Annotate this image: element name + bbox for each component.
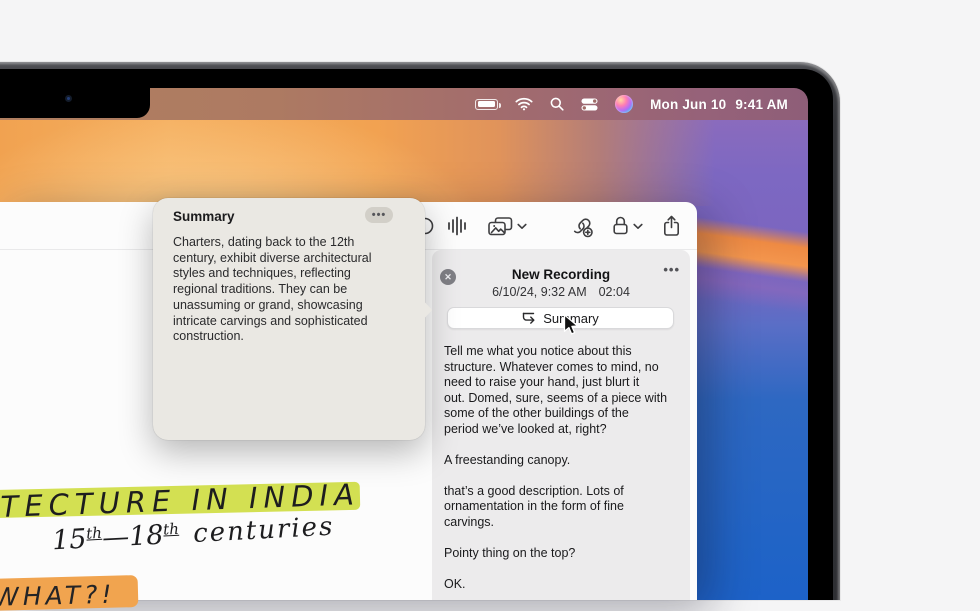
years-dash-end: —18 [101,520,164,554]
years-sup-a: th [86,524,103,543]
display-notch [0,88,150,118]
summary-popover: Summary ••• Charters, dating back to the… [153,198,425,440]
lock-icon[interactable] [612,202,629,250]
recording-title: New Recording [432,267,690,282]
share-icon[interactable] [662,202,681,250]
lock-chevron-icon[interactable] [633,202,643,250]
recording-transcript-panel: ✕ New Recording 6/10/24, 9:32 AM 02:04 •… [432,250,690,600]
summarize-icon [522,312,536,324]
media-icon[interactable] [488,202,513,250]
battery-icon[interactable] [475,99,498,110]
summary-button[interactable]: Summary [447,307,674,329]
years-sup-b: th [163,520,180,539]
years-tail: centuries [192,512,335,549]
menu-bar-date: Mon Jun 10 [650,97,726,112]
recording-meta: 6/10/24, 9:32 AM 02:04 [432,285,690,299]
orange-highlight: WHAT?! [0,575,138,611]
add-link-icon[interactable] [570,202,594,250]
menu-bar-clock[interactable]: Mon Jun 10 9:41 AM [650,97,788,112]
siri-icon[interactable] [615,95,633,113]
more-options-icon[interactable]: ••• [663,262,680,277]
years-start: 15 [51,524,87,557]
menu-bar-time: 9:41 AM [735,97,788,112]
note-partial-handwriting: WHAT?! [0,580,116,611]
recording-date: 6/10/24, 9:32 AM [492,285,587,299]
control-center-icon[interactable] [581,98,598,111]
audio-waveform-icon[interactable] [446,202,468,250]
popover-body-text: Charters, dating back to the 12th centur… [173,235,409,345]
wifi-icon[interactable] [515,97,533,111]
facetime-camera [65,95,72,102]
transcript-text: Tell me what you notice about this struc… [444,344,684,592]
menu-bar-status-items: Mon Jun 10 9:41 AM [475,88,788,120]
media-chevron-icon[interactable] [517,202,527,250]
mouse-cursor [563,314,582,343]
popover-more-icon[interactable]: ••• [365,207,393,223]
popover-title: Summary [173,209,235,224]
recording-duration: 02:04 [599,285,630,299]
search-icon[interactable] [550,97,564,111]
